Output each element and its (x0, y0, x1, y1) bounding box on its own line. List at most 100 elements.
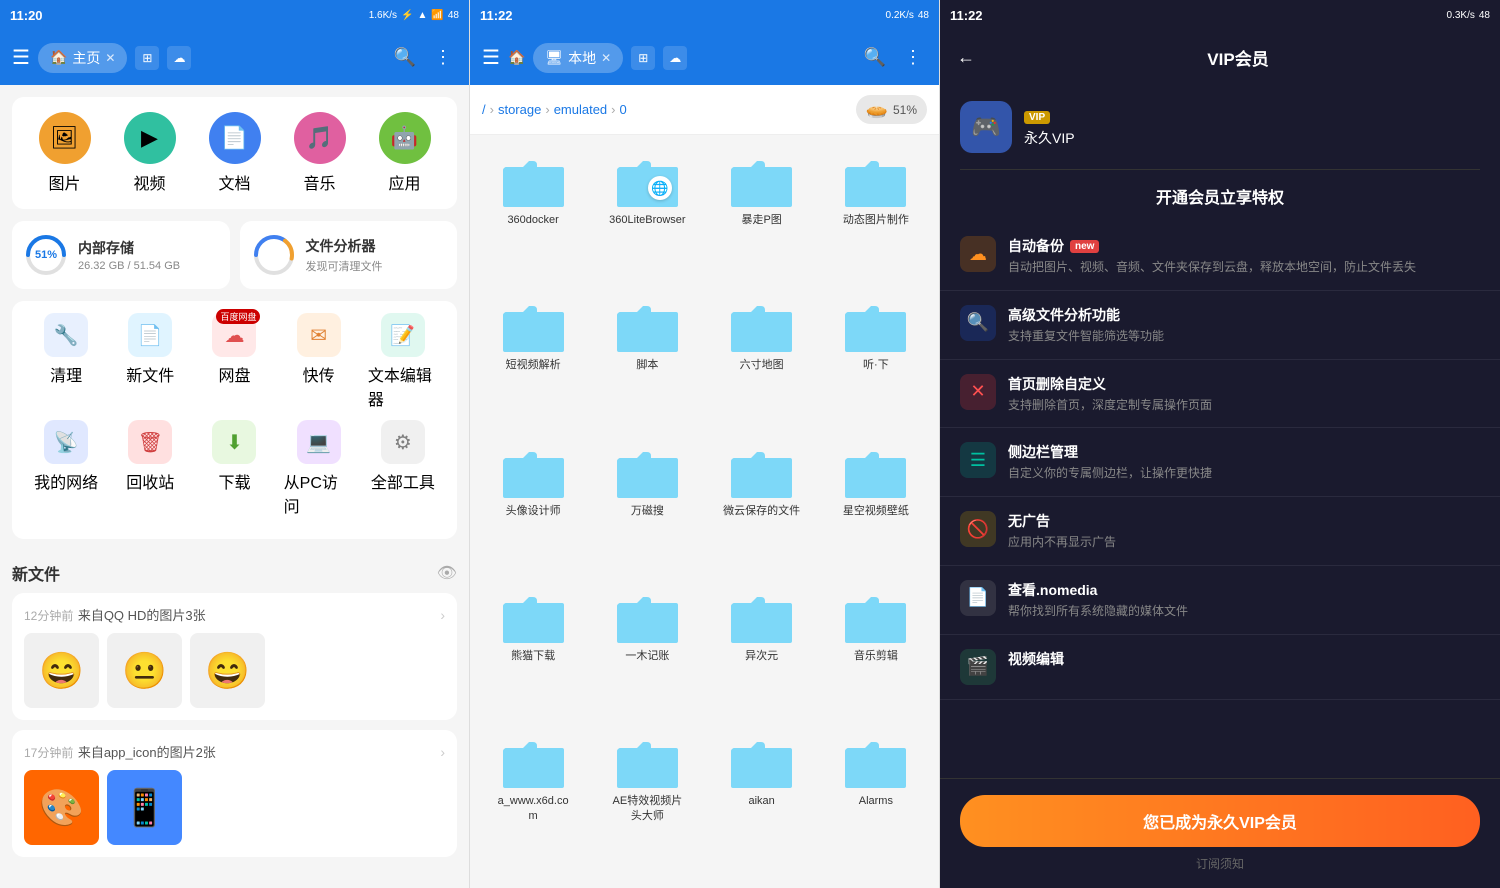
folder-touxiang[interactable]: 头像设计师 (478, 434, 588, 575)
bc-sep-1: › (490, 102, 494, 117)
folder-icon-yiciyuan (729, 589, 794, 644)
tool-transfer[interactable]: ✉ 快传 (284, 313, 354, 410)
folder-icon-xiongmao (501, 589, 566, 644)
battery-p3: 48 (1479, 10, 1490, 21)
category-video[interactable]: ▶ 视频 (124, 112, 176, 194)
status-bar-panel1: 11:20 1.6K/s ⚡ ▲ 📶 48 (0, 0, 469, 30)
images-icon: 🖼 (39, 112, 91, 164)
tool-trash[interactable]: 🗑 回收站 (115, 420, 185, 517)
folder-label-aikan: aikan (722, 794, 802, 808)
folder-icon-weiyun (729, 444, 794, 499)
all-tools-label: 全部工具 (371, 469, 435, 493)
wifi-icon-p1: ▲ (418, 10, 428, 21)
tab-local[interactable]: 🖥 本地 ✕ (533, 43, 623, 73)
backup-title: 自动备份 new (1008, 236, 1480, 256)
more-icon-p2[interactable]: ⋮ (899, 42, 927, 73)
tool-newfile[interactable]: 📄 新文件 (115, 313, 185, 410)
videoedit-title: 视频编辑 (1008, 649, 1480, 669)
folder-aikan[interactable]: aikan (707, 724, 817, 880)
folder-360docker[interactable]: 360docker (478, 143, 588, 284)
thumb-0-0: 😄 (24, 633, 99, 708)
folder-ae[interactable]: AE特效视频片头大师 (592, 724, 702, 880)
tool-clean[interactable]: 🔧 清理 (31, 313, 101, 410)
breadcrumb: / › storage › emulated › 0 🥧 51% (470, 85, 939, 135)
vip-cta-button[interactable]: 您已成为永久VIP会员 (960, 795, 1480, 847)
folder-awww[interactable]: a_www.x6d.com (478, 724, 588, 880)
video-label: 视频 (133, 170, 165, 194)
tab-inactive-p2[interactable]: ⊞ (631, 46, 655, 70)
tool-all[interactable]: ⚙ 全部工具 (368, 420, 438, 517)
folder-alarms[interactable]: Alarms (821, 724, 931, 880)
arrow-icon-0: › (440, 607, 445, 623)
tools-grid: 🔧 清理 📄 新文件 ☁ 百度网盘 网盘 ✉ 快传 (12, 301, 457, 539)
folder-duanshipin[interactable]: 短视频解析 (478, 288, 588, 429)
folder-xingkong[interactable]: 星空视频壁纸 (821, 434, 931, 575)
homepage-desc: 支持删除首页，深度定制专属操作页面 (1008, 397, 1480, 414)
folder-dongtai[interactable]: 动态图片制作 (821, 143, 931, 284)
search-icon-p2[interactable]: 🔍 (859, 42, 891, 73)
panel-vip: 11:22 0.3K/s 48 ← VIP会员 🎮 VIP 永久VIP 开通会员… (940, 0, 1500, 888)
homepage-content: 首页删除自定义 支持删除首页，深度定制专属操作页面 (1008, 374, 1480, 414)
tab-cloud-p1[interactable]: ☁ (167, 46, 191, 70)
thumb-1-0: 🎨 (24, 770, 99, 845)
folder-xiongmao[interactable]: 熊猫下载 (478, 579, 588, 720)
network-speed-p2: 0.2K/s (886, 10, 914, 21)
storage-info: 内部存储 26.32 GB / 51.54 GB (78, 238, 218, 272)
folder-ting[interactable]: 听·下 (821, 288, 931, 429)
newfile-icon: 📄 (128, 313, 172, 357)
sidebar-title: 侧边栏管理 (1008, 442, 1480, 462)
tool-cloud[interactable]: ☁ 百度网盘 网盘 (199, 313, 269, 410)
category-apps[interactable]: 🤖 应用 (379, 112, 431, 194)
tool-editor[interactable]: 📝 文本编辑器 (368, 313, 438, 410)
folder-baozou[interactable]: 暴走P图 (707, 143, 817, 284)
tool-pc[interactable]: 💻 从PC访问 (284, 420, 354, 517)
search-icon-p1[interactable]: 🔍 (389, 42, 421, 73)
more-icon-p1[interactable]: ⋮ (429, 42, 457, 73)
eye-icon[interactable]: 👁 (437, 563, 457, 583)
breadcrumb-emulated[interactable]: emulated (554, 102, 607, 117)
folder-yimu[interactable]: 一木记账 (592, 579, 702, 720)
status-bar-panel3: 11:22 0.3K/s 48 (940, 0, 1500, 30)
file-analyzer-card[interactable]: 文件分析器 发现可清理文件 (240, 221, 458, 289)
folder-360litebrowser[interactable]: 🌐 360LiteBrowser (592, 143, 702, 284)
folder-icon-360docker (501, 153, 566, 208)
vip-badge-container: VIP (1024, 107, 1075, 125)
folder-yinyue[interactable]: 音乐剪辑 (821, 579, 931, 720)
vip-sub-text[interactable]: 订阅须知 (960, 855, 1480, 872)
folder-liucun[interactable]: 六寸地图 (707, 288, 817, 429)
tab-home[interactable]: 🏠 主页 ✕ (38, 43, 128, 73)
tool-network[interactable]: 📡 我的网络 (31, 420, 101, 517)
folder-icon-ae (615, 734, 680, 789)
apps-label: 应用 (388, 170, 420, 194)
feature-homepage: ✕ 首页删除自定义 支持删除首页，深度定制专属操作页面 (940, 360, 1500, 429)
homepage-icon: ✕ (960, 374, 996, 410)
network-icon: 📡 (44, 420, 88, 464)
folder-yiciyuan[interactable]: 异次元 (707, 579, 817, 720)
breadcrumb-root[interactable]: / (482, 102, 486, 117)
category-music[interactable]: 🎵 音乐 (294, 112, 346, 194)
home-nav-p2[interactable]: 🏠 (508, 49, 525, 66)
nomedia-icon: 📄 (960, 580, 996, 616)
tool-download[interactable]: ⬇ 下载 (199, 420, 269, 517)
home-tab-icon: 🏠 (50, 49, 67, 66)
file-group-0[interactable]: 12分钟前 来自QQ HD的图片3张 › 😄 😐 😄 (12, 593, 457, 720)
category-images[interactable]: 🖼 图片 (39, 112, 91, 194)
folder-weiyun[interactable]: 微云保存的文件 (707, 434, 817, 575)
analysis-desc: 支持重复文件智能筛选等功能 (1008, 328, 1480, 345)
breadcrumb-storage[interactable]: storage (498, 102, 541, 117)
breadcrumb-0[interactable]: 0 (620, 102, 627, 117)
menu-icon-p2[interactable]: ☰ (482, 45, 500, 70)
home-tab-close[interactable]: ✕ (105, 51, 115, 65)
local-tab-close[interactable]: ✕ (601, 51, 611, 65)
folder-wanci[interactable]: 万磁搜 (592, 434, 702, 575)
internal-storage-card[interactable]: 51% 内部存储 26.32 GB / 51.54 GB (12, 221, 230, 289)
tab-cloud-p2[interactable]: ☁ (663, 46, 687, 70)
folder-jiaob[interactable]: 脚本 (592, 288, 702, 429)
menu-icon-p1[interactable]: ☰ (12, 45, 30, 70)
file-group-1[interactable]: 17分钟前 来自app_icon的图片2张 › 🎨 📱 (12, 730, 457, 857)
vip-profile: 🎮 VIP 永久VIP (940, 85, 1500, 169)
tab-inactive-p1[interactable]: ⊞ (135, 46, 159, 70)
back-button[interactable]: ← (952, 42, 980, 73)
category-docs[interactable]: 📄 文档 (209, 112, 261, 194)
newfile-label: 新文件 (126, 362, 174, 386)
